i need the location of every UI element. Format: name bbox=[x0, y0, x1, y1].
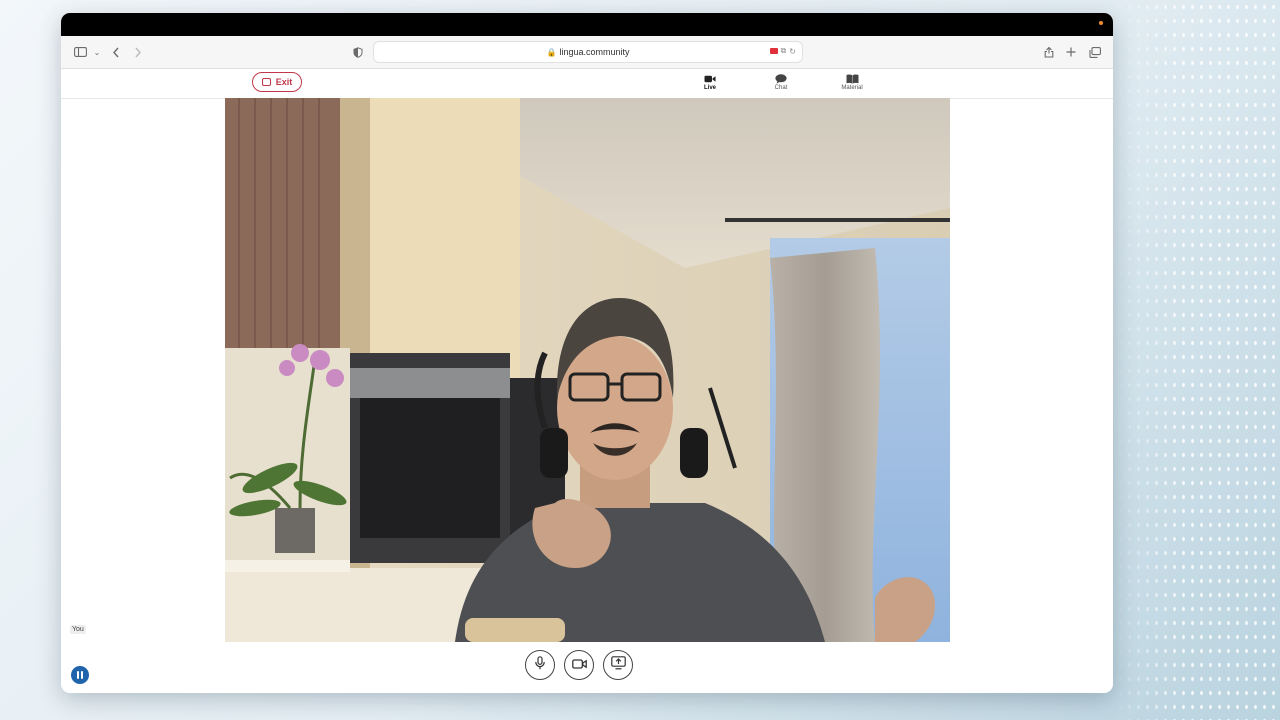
browser-window: ⌄ 🔒 lingua.community ⧉ ↻ Exit Live Chat … bbox=[61, 13, 1113, 693]
browser-toolbar: ⌄ 🔒 lingua.community ⧉ ↻ bbox=[61, 36, 1113, 69]
book-icon bbox=[832, 73, 872, 85]
indicator-dot bbox=[1099, 21, 1103, 25]
recording-indicator-icon bbox=[769, 48, 778, 54]
exit-label: Exit bbox=[275, 77, 293, 87]
mute-button[interactable] bbox=[525, 650, 555, 680]
url-text: lingua.community bbox=[559, 47, 630, 57]
privacy-shield-icon[interactable] bbox=[350, 44, 366, 60]
new-tab-icon[interactable] bbox=[1063, 44, 1079, 60]
microphone-icon bbox=[534, 655, 546, 675]
sidebar-toggle-icon[interactable] bbox=[72, 44, 88, 60]
share-screen-icon bbox=[610, 655, 626, 675]
translate-icon[interactable]: ⧉ bbox=[781, 46, 787, 56]
chat-bubble-icon bbox=[761, 73, 801, 85]
camera-icon bbox=[571, 656, 587, 674]
video-camera-icon bbox=[690, 73, 730, 85]
tab-chat[interactable]: Chat bbox=[761, 73, 801, 91]
tab-live-label: Live bbox=[703, 85, 716, 91]
back-icon[interactable] bbox=[108, 44, 124, 60]
video-feed bbox=[225, 98, 950, 642]
window-titlebar bbox=[61, 13, 1113, 36]
tab-material-label: Material bbox=[841, 85, 863, 91]
app-logo-icon[interactable] bbox=[71, 666, 89, 684]
reload-icon[interactable]: ↻ bbox=[789, 47, 796, 56]
address-bar[interactable]: 🔒 lingua.community ⧉ ↻ bbox=[373, 41, 803, 63]
camera-toggle-button[interactable] bbox=[564, 650, 594, 680]
tab-material[interactable]: Material bbox=[832, 73, 872, 91]
share-screen-button[interactable] bbox=[603, 650, 633, 680]
lock-icon: 🔒 bbox=[546, 47, 557, 57]
exit-button[interactable]: Exit bbox=[252, 72, 302, 92]
tab-live[interactable]: Live bbox=[690, 73, 730, 91]
self-view-label: You bbox=[70, 625, 86, 634]
tab-chat-label: Chat bbox=[774, 85, 788, 91]
exit-icon bbox=[261, 78, 271, 86]
chevron-down-icon[interactable]: ⌄ bbox=[89, 44, 105, 60]
tab-overview-icon[interactable] bbox=[1087, 44, 1103, 60]
app-header: Exit Live Chat Material bbox=[61, 69, 1113, 99]
share-icon[interactable] bbox=[1041, 44, 1057, 60]
forward-icon[interactable] bbox=[130, 44, 146, 60]
video-frame bbox=[225, 98, 950, 642]
